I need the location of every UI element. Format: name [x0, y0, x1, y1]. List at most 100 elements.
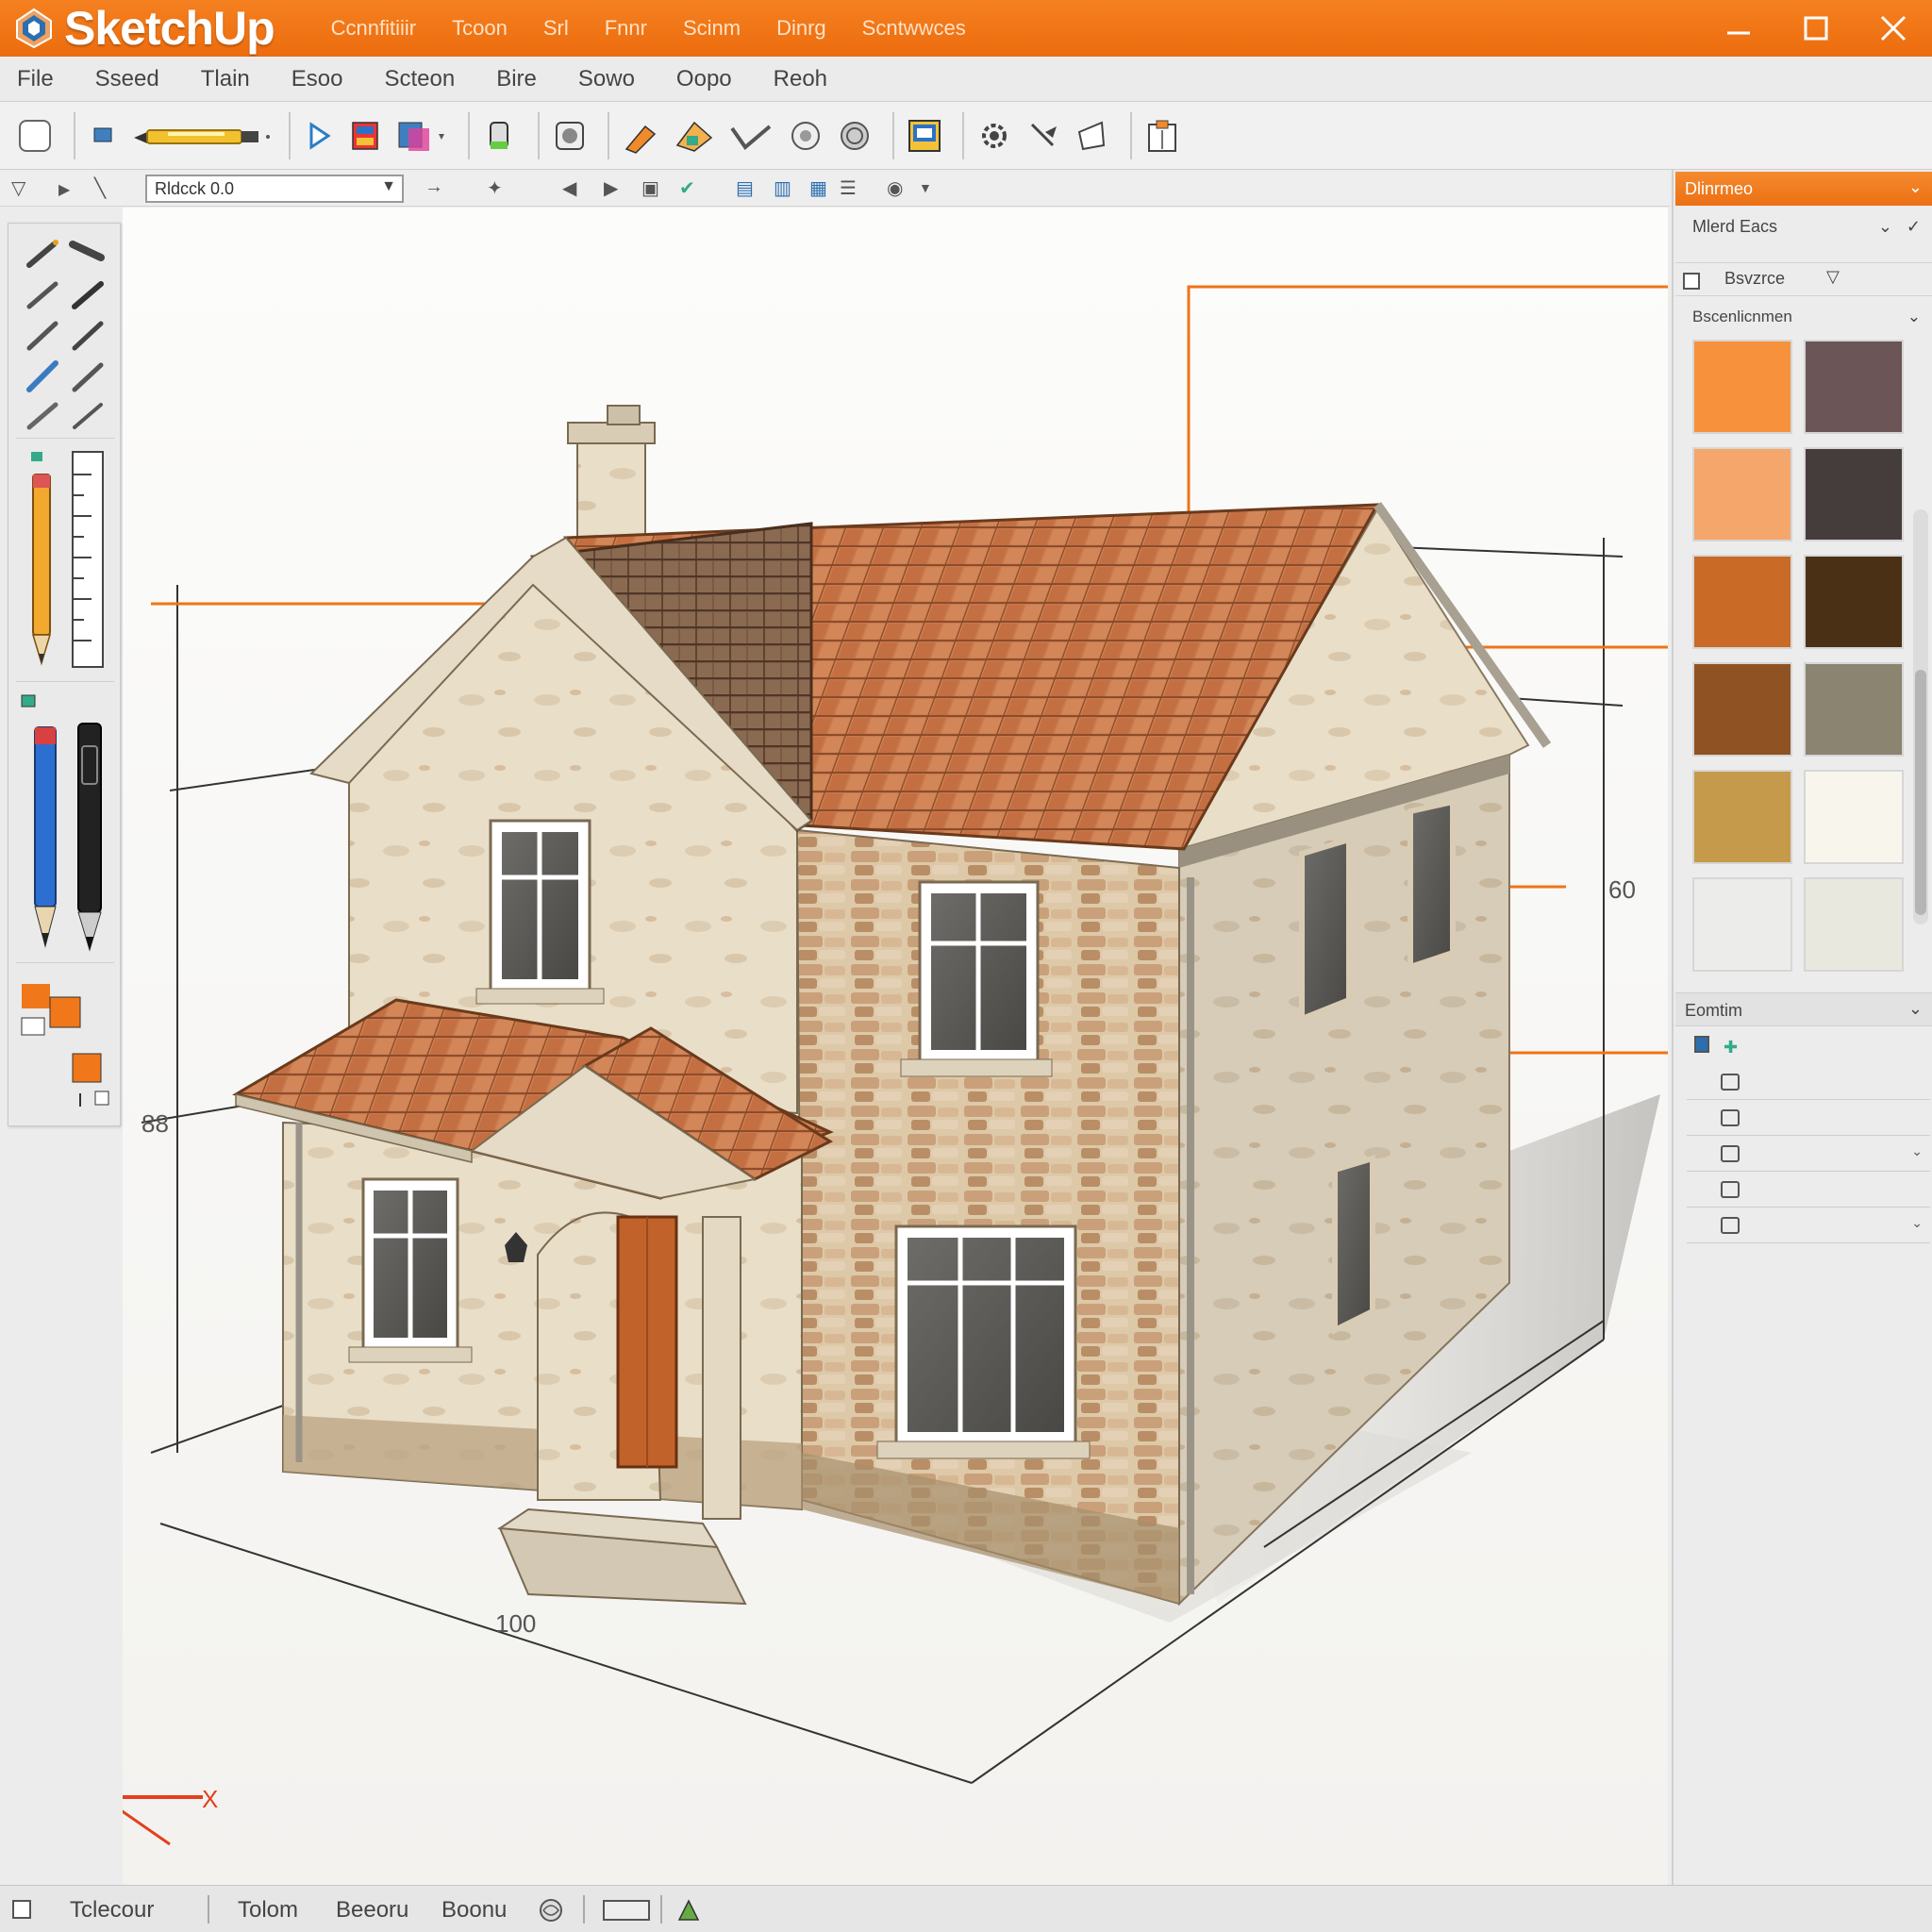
orbit-button[interactable] [785, 109, 826, 162]
material-swatch[interactable] [1804, 555, 1904, 649]
move-button[interactable] [672, 109, 717, 162]
materials-category-row[interactable]: Bscenlicnmen ⌄ [1675, 308, 1932, 338]
title-menu-item[interactable]: Fnnr [605, 16, 647, 41]
material-swatch[interactable] [1804, 877, 1904, 972]
menu-item[interactable]: Scteon [384, 66, 455, 92]
chimney [576, 428, 646, 539]
pencil-tool-button[interactable] [130, 109, 272, 162]
snap-icon[interactable]: ✦ [487, 176, 503, 200]
step-forward-icon[interactable]: ▶ [604, 176, 618, 200]
tape-measure-button[interactable] [549, 109, 591, 162]
check-icon[interactable]: ✓ [1907, 217, 1921, 237]
component-row[interactable] [1687, 1066, 1930, 1100]
component-add-icon[interactable]: ✚ [1724, 1038, 1738, 1058]
measure-tools-group [16, 446, 114, 682]
material-swatch[interactable] [1692, 662, 1792, 757]
title-menu-item[interactable]: Ccnnfitiiir [331, 16, 416, 41]
chevron-down-icon[interactable]: ⌄ [1878, 217, 1892, 237]
title-menu-item[interactable]: Srl [543, 16, 569, 41]
close-button[interactable] [1855, 0, 1932, 57]
material-swatch[interactable] [1804, 340, 1904, 434]
view-front-icon[interactable]: ▥ [774, 176, 791, 200]
components-button[interactable] [394, 109, 451, 162]
material-swatch[interactable] [1804, 447, 1904, 541]
title-menu-item[interactable]: Scntwwces [862, 16, 966, 41]
material-swatch[interactable] [1804, 770, 1904, 864]
menu-item[interactable]: Reoh [774, 66, 827, 92]
model-viewport[interactable]: 88 60 100 X X [123, 208, 1668, 1885]
material-swatch[interactable] [1692, 447, 1792, 541]
view-side-icon[interactable]: ▦ [809, 176, 827, 200]
select-button[interactable] [85, 109, 123, 162]
materials-panel-header[interactable]: Dlinrmeo ⌄ [1675, 172, 1932, 206]
component-row[interactable] [1687, 1174, 1930, 1208]
layer-select[interactable]: Rldcck 0.0 ▼ [145, 175, 404, 203]
menu-item[interactable]: Esoo [291, 66, 343, 92]
materials-browse-row[interactable]: Bsvzrce ▽ [1675, 262, 1932, 296]
component-row[interactable]: ⌄ [1687, 1209, 1930, 1243]
chevron-down-icon[interactable]: ⌄ [1911, 1215, 1923, 1231]
settings-button[interactable] [974, 109, 1015, 162]
component-icon[interactable] [1694, 1036, 1709, 1053]
chevron-down-icon[interactable]: ▽ [11, 176, 25, 200]
material-swatch[interactable] [1692, 770, 1792, 864]
pencil-ruler-icon [31, 451, 104, 668]
view-top-icon[interactable]: ▤ [736, 176, 754, 200]
dimension-label-length: 100 [495, 1609, 536, 1638]
play-button[interactable] [300, 109, 338, 162]
dropdown-icon[interactable]: ▽ [1826, 267, 1840, 287]
title-menu-item[interactable]: Dinrg [776, 16, 826, 41]
new-file-button[interactable] [13, 109, 57, 162]
window [876, 1224, 1091, 1459]
menu-file[interactable]: File [17, 66, 54, 92]
section-icon[interactable]: ▣ [641, 176, 659, 200]
menu-lines-icon[interactable]: ☰ [840, 176, 857, 200]
menu-item[interactable]: Bire [496, 66, 537, 92]
material-swatch[interactable] [1692, 555, 1792, 649]
maximize-button[interactable] [1777, 0, 1855, 57]
pan-button[interactable] [834, 109, 875, 162]
layers-button[interactable] [904, 109, 945, 162]
rotate-button[interactable] [724, 109, 777, 162]
arrow-right-icon[interactable]: → [425, 176, 443, 198]
materials-scrollbar[interactable] [1913, 509, 1928, 924]
menu-item[interactable]: Sseed [95, 66, 159, 92]
menu-item[interactable]: Oopo [676, 66, 732, 92]
pin-button[interactable] [1023, 109, 1064, 162]
component-row[interactable]: ⌄ [1687, 1138, 1930, 1172]
title-menu-item[interactable]: Tcoon [452, 16, 508, 41]
menu-item[interactable]: Sowo [578, 66, 635, 92]
materials-tabs[interactable]: Mlerd Eacs ⌄ ✓ [1675, 217, 1932, 251]
globe-icon[interactable] [538, 1897, 564, 1924]
material-swatch[interactable] [1804, 662, 1904, 757]
shadow-icon[interactable]: ◉ [887, 176, 903, 200]
material-swatch[interactable] [1692, 340, 1792, 434]
push-pull-button[interactable] [619, 109, 664, 162]
chevron-down-icon[interactable]: ⌄ [1908, 999, 1923, 1019]
step-back-icon[interactable]: ◀ [562, 176, 576, 200]
scrollbar-thumb[interactable] [1915, 670, 1926, 915]
component-row[interactable] [1687, 1102, 1930, 1136]
check-icon[interactable]: ✔ [679, 176, 695, 200]
chevron-down-icon[interactable]: ▼ [919, 180, 932, 195]
document-icon[interactable] [11, 1899, 32, 1920]
main-toolbar [0, 102, 1932, 170]
chevron-down-icon[interactable]: ⌄ [1911, 1143, 1923, 1159]
minimize-button[interactable] [1700, 0, 1777, 57]
material-swatch[interactable] [1692, 877, 1792, 972]
eraser-button[interactable] [479, 109, 521, 162]
menu-item[interactable]: Tlain [201, 66, 250, 92]
chevron-down-icon[interactable]: ⌄ [1907, 308, 1921, 326]
diagonal-line-icon[interactable]: ╲ [94, 176, 106, 200]
title-menu-item[interactable]: Scinm [683, 16, 741, 41]
paint-bucket-button[interactable] [345, 109, 387, 162]
tag-button[interactable] [1072, 109, 1113, 162]
play-small-icon[interactable]: ▶ [58, 180, 70, 199]
checkbox[interactable] [1683, 273, 1700, 290]
chevron-down-icon: ▼ [381, 178, 396, 194]
chevron-down-icon[interactable]: ⌄ [1908, 177, 1923, 197]
keyboard-icon[interactable] [602, 1897, 651, 1924]
components-panel-header[interactable]: Eomtim ⌄ [1675, 992, 1932, 1026]
clipboard-button[interactable] [1141, 109, 1183, 162]
geo-location-icon[interactable] [675, 1897, 702, 1924]
